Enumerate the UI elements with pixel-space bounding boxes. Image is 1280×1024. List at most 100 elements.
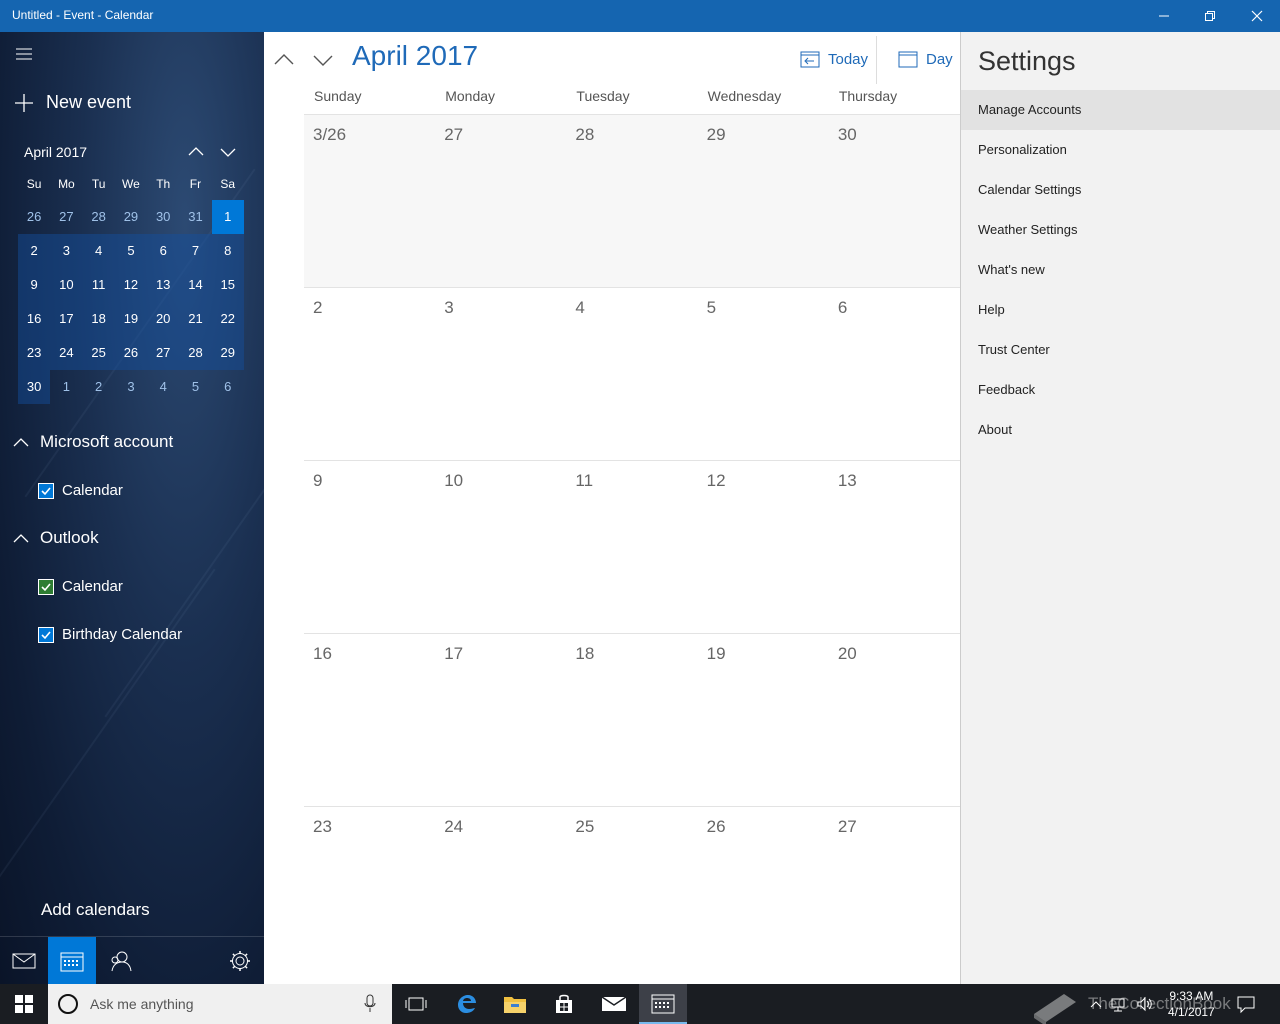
settings-about[interactable]: About — [961, 410, 1280, 450]
mini-day[interactable]: 14 — [179, 268, 212, 302]
mini-day[interactable]: 28 — [83, 200, 115, 234]
mini-day[interactable]: 18 — [82, 302, 115, 336]
day-cell[interactable]: 29 — [698, 115, 829, 287]
mini-day[interactable]: 2 — [18, 234, 51, 268]
day-cell[interactable]: 27 — [435, 115, 566, 287]
mini-day[interactable]: 30 — [18, 370, 51, 404]
day-cell[interactable]: 4 — [566, 288, 697, 460]
minimize-button[interactable] — [1141, 0, 1187, 32]
mini-day[interactable]: 6 — [212, 370, 244, 404]
calendar-taskbar-button[interactable] — [639, 984, 687, 1024]
new-event-button[interactable]: New event — [14, 92, 131, 113]
mini-day[interactable]: 7 — [179, 234, 212, 268]
settings-nav-button[interactable] — [216, 937, 264, 984]
mini-day[interactable]: 19 — [114, 302, 148, 336]
mini-day[interactable]: 5 — [114, 234, 148, 268]
mini-prev-month-button[interactable] — [186, 142, 206, 162]
mail-nav-button[interactable] — [0, 937, 48, 984]
mini-day[interactable]: 22 — [211, 302, 244, 336]
day-cell[interactable]: 28 — [566, 115, 697, 287]
day-cell[interactable]: 3 — [435, 288, 566, 460]
day-cell[interactable]: 25 — [566, 807, 697, 979]
settings-trust-center[interactable]: Trust Center — [961, 330, 1280, 370]
mini-day[interactable]: 3 — [50, 234, 83, 268]
day-cell[interactable]: 26 — [698, 807, 829, 979]
mini-day[interactable]: 26 — [114, 336, 148, 370]
day-cell[interactable]: 17 — [435, 634, 566, 806]
microphone-button[interactable] — [364, 994, 376, 1019]
task-view-button[interactable] — [392, 984, 440, 1024]
mini-next-month-button[interactable] — [218, 142, 238, 162]
calendar-nav-button[interactable] — [48, 937, 96, 984]
mini-day[interactable]: 12 — [114, 268, 148, 302]
day-cell[interactable]: 19 — [698, 634, 829, 806]
today-button[interactable]: Today — [800, 50, 868, 68]
day-cell[interactable]: 5 — [698, 288, 829, 460]
settings-feedback[interactable]: Feedback — [961, 370, 1280, 410]
settings-help[interactable]: Help — [961, 290, 1280, 330]
mini-day[interactable]: 1 — [50, 370, 82, 404]
outlook-calendar-checkbox[interactable] — [38, 578, 54, 595]
ms-calendar-item[interactable]: Calendar — [38, 482, 123, 499]
day-cell[interactable]: 11 — [566, 461, 697, 633]
day-cell[interactable]: 9 — [304, 461, 435, 633]
day-cell[interactable]: 6 — [829, 288, 960, 460]
outlook-header[interactable]: Outlook — [12, 528, 99, 548]
mini-day[interactable]: 4 — [147, 370, 179, 404]
mini-day[interactable]: 15 — [211, 268, 244, 302]
mini-day[interactable]: 30 — [147, 200, 179, 234]
mini-day[interactable]: 3 — [115, 370, 147, 404]
settings-weather-settings[interactable]: Weather Settings — [961, 210, 1280, 250]
settings-whats-new[interactable]: What's new — [961, 250, 1280, 290]
network-icon[interactable] — [1110, 996, 1128, 1012]
settings-calendar-settings[interactable]: Calendar Settings — [961, 170, 1280, 210]
mini-day[interactable]: 29 — [115, 200, 147, 234]
mini-day[interactable]: 24 — [50, 336, 83, 370]
mini-day[interactable]: 4 — [82, 234, 115, 268]
mini-day[interactable]: 23 — [18, 336, 51, 370]
day-cell[interactable]: 23 — [304, 807, 435, 979]
mini-day[interactable]: 21 — [179, 302, 212, 336]
mini-day[interactable]: 20 — [147, 302, 180, 336]
day-cell[interactable]: 20 — [829, 634, 960, 806]
edge-taskbar-button[interactable] — [443, 984, 491, 1024]
day-cell[interactable]: 24 — [435, 807, 566, 979]
day-cell[interactable]: 2 — [304, 288, 435, 460]
mini-day[interactable]: 11 — [82, 268, 115, 302]
mini-day[interactable]: 26 — [18, 200, 50, 234]
settings-manage-accounts[interactable]: Manage Accounts — [961, 90, 1280, 130]
mini-day[interactable]: 27 — [147, 336, 180, 370]
settings-personalization[interactable]: Personalization — [961, 130, 1280, 170]
cortana-search-box[interactable]: Ask me anything — [48, 984, 392, 1024]
mini-day-selected[interactable]: 1 — [211, 200, 244, 234]
start-button[interactable] — [0, 984, 48, 1024]
mini-day[interactable]: 6 — [147, 234, 180, 268]
people-nav-button[interactable] — [96, 937, 144, 984]
show-hidden-icons-chevron-icon[interactable] — [1090, 999, 1102, 1009]
month-title[interactable]: April 2017 — [352, 40, 478, 72]
next-month-button[interactable] — [311, 48, 335, 72]
day-cell[interactable]: 16 — [304, 634, 435, 806]
mini-day[interactable]: 13 — [147, 268, 180, 302]
outlook-calendar-item[interactable]: Calendar — [38, 578, 123, 595]
previous-month-button[interactable] — [272, 48, 296, 72]
mini-day[interactable]: 8 — [211, 234, 244, 268]
ms-calendar-checkbox[interactable] — [38, 482, 54, 499]
add-calendars-button[interactable]: Add calendars — [41, 900, 150, 920]
mini-day[interactable]: 31 — [179, 200, 211, 234]
action-center-button[interactable] — [1236, 994, 1256, 1019]
mini-day[interactable]: 25 — [82, 336, 115, 370]
mini-day[interactable]: 16 — [18, 302, 51, 336]
volume-icon[interactable] — [1136, 996, 1154, 1012]
birthday-calendar-item[interactable]: Birthday Calendar — [38, 626, 182, 643]
day-cell[interactable]: 18 — [566, 634, 697, 806]
mail-taskbar-button[interactable] — [590, 984, 638, 1024]
mini-day[interactable]: 27 — [50, 200, 82, 234]
day-cell[interactable]: 10 — [435, 461, 566, 633]
mini-day[interactable]: 28 — [179, 336, 212, 370]
mini-day[interactable]: 9 — [18, 268, 51, 302]
hamburger-menu-button[interactable] — [14, 46, 34, 62]
mini-day[interactable]: 5 — [179, 370, 211, 404]
file-explorer-taskbar-button[interactable] — [491, 984, 539, 1024]
day-view-button[interactable]: Day — [898, 50, 953, 68]
